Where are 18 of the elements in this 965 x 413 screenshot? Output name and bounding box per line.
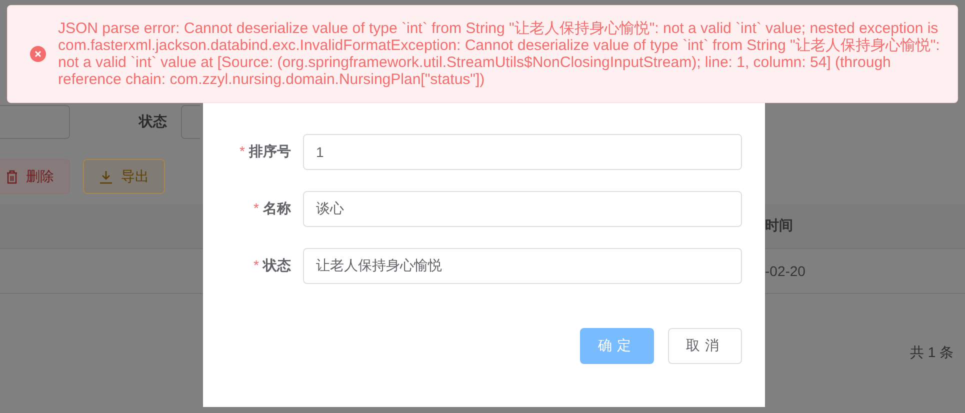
table-cell: -02-20 — [765, 263, 806, 279]
error-message: JSON parse error: Cannot deserialize value of type `int` from String "让老人保持身心愉悦": not a valid `int` value; nested exception is com.fasterxml.jackson.databind.exc.InvalidFormatException: Cannot deserialize value of type `int` from String "让老人保持身心愉悦": not a valid `int` value at [Source: (org.springframework.util.StreamUtils$NonClosingInputStream); line: 1, column: 54] (through reference chain: com.zzyl.nursing.domain.NursingPlan["status"]) — [58, 20, 941, 88]
error-icon — [30, 46, 46, 62]
filter-label: 状态 — [139, 113, 167, 131]
input-field[interactable]: 1 — [303, 134, 742, 170]
field-label: * 名称 — [252, 200, 292, 218]
input-field[interactable]: 让老人保持身心愉悦 — [303, 248, 742, 284]
field-label: * 排序号 — [238, 143, 292, 161]
required-mark: * — [240, 143, 245, 159]
required-mark: * — [254, 257, 259, 273]
input-field[interactable]: 谈心 — [303, 191, 742, 227]
trash-icon — [6, 170, 18, 184]
column-header: 时间 — [765, 217, 793, 235]
total-count: 共 1 条 — [910, 344, 954, 360]
field-label: * 状态 — [252, 257, 292, 275]
required-mark: * — [254, 200, 259, 216]
cancel-button[interactable]: 取消 — [668, 328, 742, 364]
download-icon — [99, 170, 113, 184]
